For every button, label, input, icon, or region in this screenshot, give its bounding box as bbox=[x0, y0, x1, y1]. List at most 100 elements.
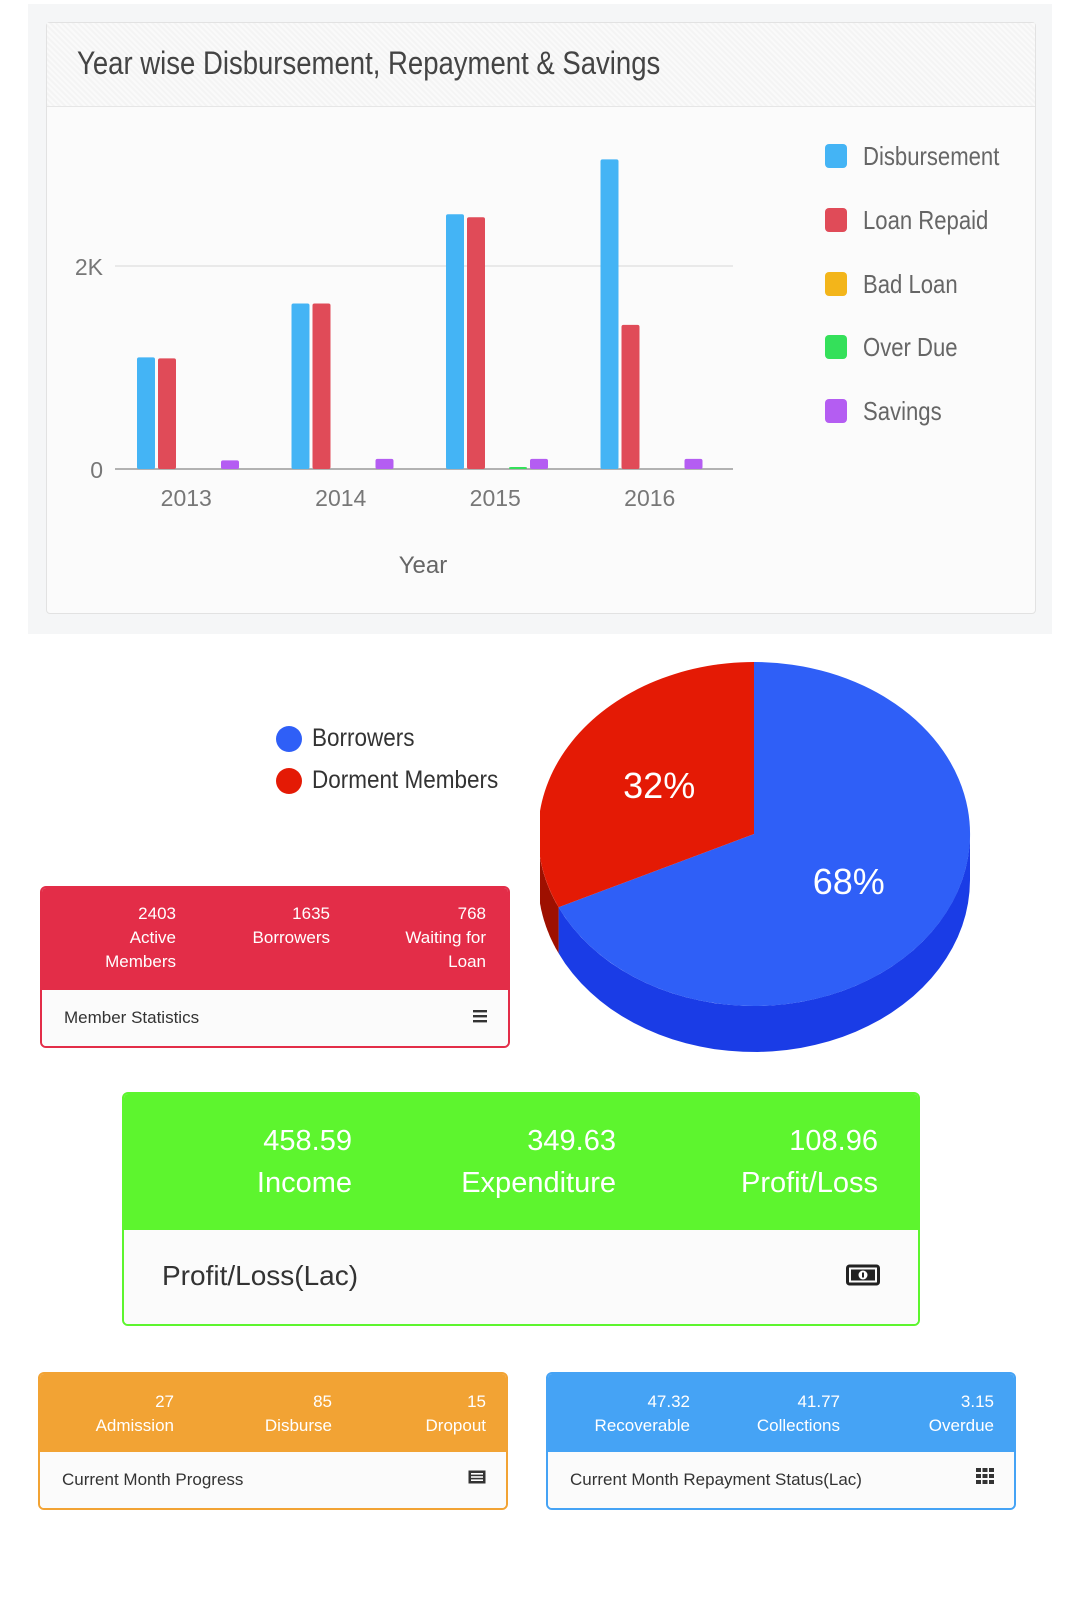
stat-label: Admission bbox=[95, 1416, 174, 1435]
legend-label: Dorment Members bbox=[312, 766, 499, 794]
legend-label: Disbursement bbox=[863, 141, 1000, 171]
legend-swatch bbox=[825, 208, 847, 232]
card-footer-label: Current Month Progress bbox=[62, 1470, 244, 1489]
bar-disbursement-2015[interactable] bbox=[446, 214, 464, 469]
bar-chart-card: Year wise Disbursement, Repayment & Savi… bbox=[46, 22, 1036, 614]
legend-label: Bad Loan bbox=[863, 269, 958, 299]
legend-dot bbox=[276, 726, 302, 752]
x-axis-label: Year bbox=[399, 552, 448, 579]
card-values: 458.59 Income 349.63 Expenditure 108.96 … bbox=[124, 1094, 918, 1232]
bar-loan-repaid-2016[interactable] bbox=[621, 324, 640, 469]
card-footer[interactable]: Profit/Loss(Lac) bbox=[124, 1230, 918, 1324]
bar-savings-2013[interactable] bbox=[221, 460, 239, 469]
stat-label: Borrowers bbox=[252, 928, 330, 947]
bar-disbursement-2013[interactable] bbox=[137, 357, 155, 469]
bar-disbursement-2016[interactable] bbox=[600, 159, 619, 470]
grid-icon[interactable] bbox=[976, 1468, 994, 1489]
card-values: 47.32 Recoverable 41.77 Collections 3.15… bbox=[548, 1374, 1014, 1454]
legend-swatch bbox=[825, 272, 847, 296]
active-members-stat: 2403 Active Members bbox=[105, 902, 176, 974]
chart-panel: Year wise Disbursement, Repayment & Savi… bbox=[28, 4, 1052, 634]
repayment-status-card[interactable]: 47.32 Recoverable 41.77 Collections 3.15… bbox=[546, 1372, 1016, 1510]
legend-dot bbox=[276, 768, 302, 794]
expenditure-stat: 349.63 Expenditure bbox=[461, 1120, 616, 1204]
stat-label: Loan bbox=[448, 952, 486, 971]
bar-savings-2015[interactable] bbox=[530, 458, 548, 469]
stat-value: 41.77 bbox=[797, 1392, 840, 1411]
x-tick-label: 2015 bbox=[470, 485, 521, 511]
stat-label: Profit/Loss bbox=[741, 1167, 878, 1199]
list-icon[interactable] bbox=[472, 1004, 488, 1030]
stat-value: 2403 bbox=[138, 904, 176, 923]
legend-label: Loan Repaid bbox=[863, 205, 989, 235]
stat-label: Members bbox=[105, 952, 176, 971]
card-footer[interactable]: Member Statistics bbox=[42, 990, 508, 1046]
x-tick-label: 2013 bbox=[161, 485, 212, 511]
stat-label: Overdue bbox=[928, 1416, 994, 1435]
income-stat: 458.59 Income bbox=[257, 1120, 352, 1204]
chart-header: Year wise Disbursement, Repayment & Savi… bbox=[47, 23, 1035, 107]
x-tick-label: 2014 bbox=[315, 485, 366, 511]
y-tick-label: 0 bbox=[90, 457, 103, 483]
legend-label: Savings bbox=[863, 396, 942, 426]
card-footer[interactable]: Current Month Repayment Status(Lac) bbox=[548, 1452, 1014, 1508]
legend-swatch bbox=[825, 335, 847, 359]
stat-label: Waiting for bbox=[405, 928, 486, 947]
stat-label: Disburse bbox=[264, 1416, 332, 1435]
pie-label: 32% bbox=[623, 765, 695, 806]
bar-loan-repaid-2014[interactable] bbox=[312, 303, 331, 469]
bar-loan-repaid-2015[interactable] bbox=[467, 217, 485, 469]
bar-savings-2014[interactable] bbox=[375, 458, 394, 469]
card-footer-label: Member Statistics bbox=[64, 1008, 200, 1027]
x-tick-label: 2016 bbox=[624, 485, 675, 511]
stat-value: 349.63 bbox=[527, 1125, 616, 1157]
stat-label: Collections bbox=[756, 1416, 840, 1435]
y-tick-label: 2K bbox=[75, 254, 104, 280]
list-alt-icon[interactable] bbox=[468, 1470, 486, 1489]
card-values: 2403 Active Members 1635 Borrowers 768 W… bbox=[42, 888, 508, 992]
money-icon[interactable] bbox=[846, 1264, 880, 1291]
legend-swatch bbox=[825, 399, 847, 423]
legend-label: Over Due bbox=[863, 332, 958, 362]
stat-value: 27 bbox=[155, 1392, 174, 1411]
stat-label: Income bbox=[256, 1167, 352, 1199]
stat-value: 108.96 bbox=[789, 1125, 878, 1157]
card-footer-label: Current Month Repayment Status(Lac) bbox=[570, 1470, 862, 1489]
stat-label: Recoverable bbox=[594, 1416, 690, 1435]
stat-value: 458.59 bbox=[263, 1125, 352, 1157]
stat-label: Active bbox=[129, 928, 176, 947]
admission-stat: 27 Admission bbox=[96, 1390, 174, 1438]
stat-value: 1635 bbox=[292, 904, 330, 923]
legend-swatch bbox=[825, 144, 847, 168]
card-footer[interactable]: Current Month Progress bbox=[40, 1452, 506, 1508]
current-month-progress-card[interactable]: 27 Admission 85 Disburse 15 Dropout Curr… bbox=[38, 1372, 508, 1510]
stat-value: 47.32 bbox=[647, 1392, 690, 1411]
waiting-for-loan-stat: 768 Waiting for Loan bbox=[405, 902, 486, 974]
recoverable-stat: 47.32 Recoverable bbox=[595, 1390, 690, 1438]
bar-savings-2016[interactable] bbox=[684, 458, 703, 469]
pie-chart: 68% 32% bbox=[540, 662, 971, 1052]
borrowers-stat: 1635 Borrowers bbox=[253, 902, 330, 950]
card-footer-label: Profit/Loss(Lac) bbox=[162, 1260, 359, 1291]
member-statistics-card[interactable]: 2403 Active Members 1635 Borrowers 768 W… bbox=[40, 886, 510, 1048]
stat-value: 15 bbox=[467, 1392, 486, 1411]
bar-disbursement-2014[interactable] bbox=[291, 303, 310, 469]
chart-title: Year wise Disbursement, Repayment & Savi… bbox=[77, 45, 661, 81]
stat-value: 3.15 bbox=[960, 1392, 994, 1411]
dropout-stat: 15 Dropout bbox=[426, 1390, 486, 1438]
overdue-stat: 3.15 Overdue bbox=[929, 1390, 994, 1438]
disburse-stat: 85 Disburse bbox=[265, 1390, 332, 1438]
bar-loan-repaid-2013[interactable] bbox=[158, 358, 176, 469]
bar-chart: 0 2K 2013 2014 2015 2016 Year bbox=[75, 159, 733, 579]
profit-loss-stat: 108.96 Profit/Loss bbox=[741, 1120, 878, 1204]
stat-value: 85 bbox=[313, 1392, 332, 1411]
bar-over-due-2015[interactable] bbox=[509, 467, 527, 469]
card-values: 27 Admission 85 Disburse 15 Dropout bbox=[40, 1374, 506, 1454]
stat-label: Expenditure bbox=[461, 1167, 616, 1199]
stat-label: Dropout bbox=[425, 1416, 486, 1435]
legend-label: Borrowers bbox=[312, 724, 415, 752]
pie-label: 68% bbox=[813, 861, 885, 902]
collections-stat: 41.77 Collections bbox=[757, 1390, 840, 1438]
profit-loss-card[interactable]: 458.59 Income 349.63 Expenditure 108.96 … bbox=[122, 1092, 920, 1326]
stat-value: 768 bbox=[457, 904, 486, 923]
